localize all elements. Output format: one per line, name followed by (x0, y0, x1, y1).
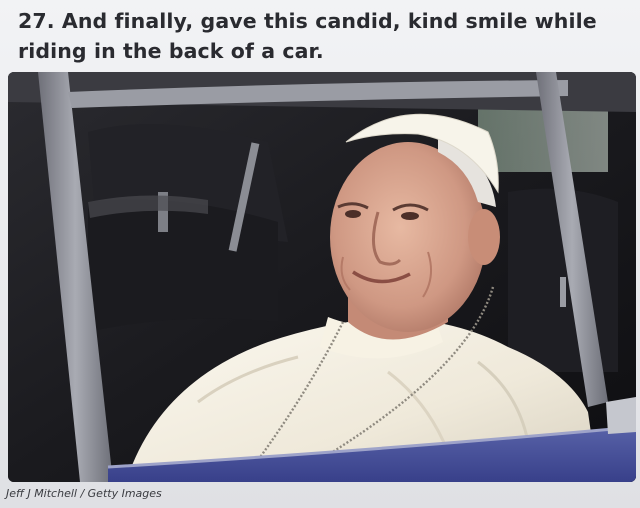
article-page: 27. And finally, gave this candid, kind … (0, 0, 640, 508)
photo-illustration (8, 72, 636, 482)
article-photo (8, 72, 636, 482)
photo-credit: Jeff J Mitchell / Getty Images (6, 487, 162, 500)
article-headline: 27. And finally, gave this candid, kind … (18, 9, 597, 63)
